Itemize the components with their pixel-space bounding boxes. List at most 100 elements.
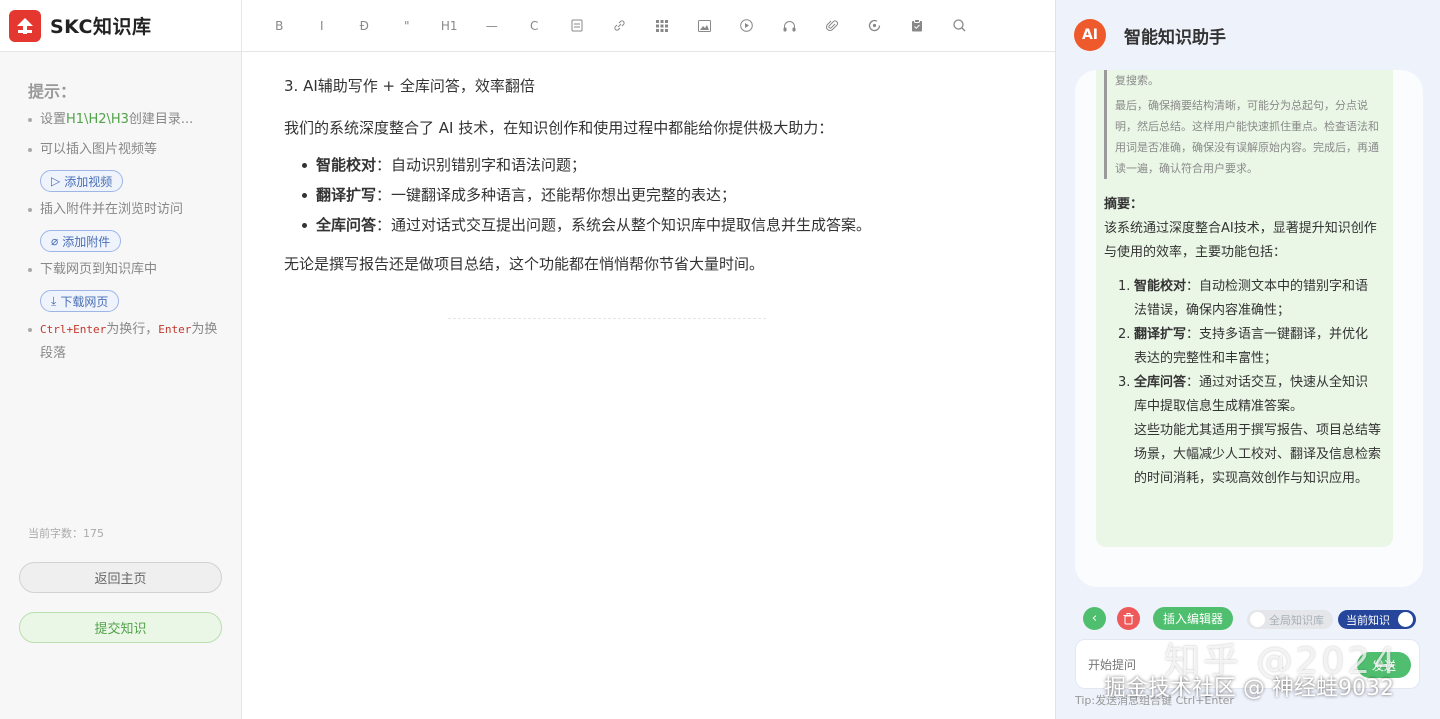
tip-media: 可以插入图片视频等 [28,138,228,162]
bold-button[interactable]: B [258,11,301,41]
tip-attachment: 插入附件并在浏览时访问 [28,198,228,222]
list-item-title: 全库问答 [316,216,377,234]
shortcut-tip: Tip:发送消息组合键 Ctrl+Enter [1075,694,1234,707]
toggle-knob [1398,612,1413,627]
list-item: 3. 全库问答：通过对话交互，快速从全知识库中提取信息生成精准答案。 [1118,371,1381,419]
trash-icon [1123,612,1134,624]
assistant-message: 复搜索。 最后，确保摘要结构清晰，可能分为总起句，分点说明，然后总结。这样用户能… [1096,70,1393,547]
play-icon: ▷ [51,174,61,188]
shortcut-code: Ctrl+Enter [40,323,107,336]
quote-text: 复搜索。 [1115,74,1159,87]
summary-label: 摘要： [1104,197,1144,212]
list-item: 2. 翻译扩写：支持多语言一键翻译，并优化表达的完整性和丰富性； [1118,323,1381,371]
toggle-label: 当前知识 [1346,613,1390,627]
add-video-label: 添加视频 [64,174,113,189]
tips-list: 设置H1\H2\H3创建目录... 可以插入图片视频等 ▷ 添加视频 插入附件并在… [28,108,228,372]
list-number: 1. [1118,279,1131,294]
home-button[interactable]: 返回主页 [19,562,222,593]
code-button[interactable]: C [513,11,556,41]
paperclip-icon: ⌀ [51,234,59,248]
clipboard-icon[interactable] [896,11,939,41]
image-icon[interactable] [683,11,726,41]
ai-polish-icon[interactable] [853,11,896,41]
chat-history[interactable]: 复搜索。 最后，确保摘要结构清晰，可能分为总起句，分点说明，然后总结。这样用户能… [1075,70,1423,587]
insert-to-editor-button[interactable]: 插入编辑器 [1153,607,1233,630]
strikethrough-button[interactable]: Đ [343,11,386,41]
video-icon[interactable] [726,11,769,41]
word-count: 当前字数：175 [28,527,104,540]
document-icon[interactable] [556,11,599,41]
back-button[interactable]: ‹ [1083,607,1106,630]
summary-points: 1. 智能校对：自动检测文本中的错别字和语法错误，确保内容准确性； 2. 翻译扩写：… [1104,275,1381,419]
submit-button[interactable]: 提交知识 [19,612,222,643]
tip-highlight: H1\H2\H3 [66,112,129,127]
toggle-label: 全局知识库 [1269,613,1324,627]
logo-text: SKC知识库 [50,16,152,38]
list-item: 翻译扩写：一键翻译成多种语言，还能帮你想出更完整的表达； [302,180,1024,210]
current-knowledge-toggle[interactable]: 当前知识 [1338,610,1416,629]
app-root: SKC知识库 提示： 设置H1\H2\H3创建目录... 可以插入图片视频等 ▷… [0,0,1440,719]
add-attachment-label: 添加附件 [62,234,111,249]
quote-text: 最后，确保摘要结构清晰，可能分为总起句，分点说明，然后总结。这样用户能快速抓住重… [1115,99,1379,175]
tip-text: 设置 [40,112,67,127]
chat-input-box: 发送 [1075,639,1420,689]
editor-heading: 3. AI辅助写作 + 全库问答，效率翻倍 [284,77,535,95]
list-item: 智能校对：自动识别错别字和语法问题； [302,150,1024,180]
quote-button[interactable]: " [386,11,429,41]
divider-button[interactable]: — [471,11,514,41]
editor-paragraph: 我们的系统深度整合了 AI 技术，在知识创作和使用过程中都能给你提供极大助力： [284,119,834,137]
list-item-text: ：通过对话式交互提出问题，系统会从整个知识库中提取信息并生成答案。 [376,216,872,234]
delete-button[interactable] [1117,607,1140,630]
list-item-title: 智能校对 [316,156,377,174]
list-item: 1. 智能校对：自动检测文本中的错别字和语法错误，确保内容准确性； [1118,275,1381,323]
tips-title: 提示： [28,82,77,101]
list-item-title: 翻译扩写 [1134,327,1187,342]
logo-icon [9,9,41,42]
ai-assistant-panel: AI 智能知识助手 复搜索。 最后，确保摘要结构清晰，可能分为总起句，分点说明，… [1055,0,1440,719]
chat-input[interactable] [1088,654,1318,676]
summary-block: 摘要： 该系统通过深度整合AI技术，显著提升知识创作与使用的效率，主要功能包括： [1104,193,1381,265]
tip-text: 创建目录... [128,112,194,127]
tip-shortcuts: Ctrl+Enter为换行，Enter为换段落 [28,318,228,366]
italic-button[interactable]: I [301,11,344,41]
ai-avatar-icon: AI [1074,19,1106,51]
list-item-title: 翻译扩写 [316,186,377,204]
download-page-label: 下载网页 [60,294,109,309]
tip-download: 下载网页到知识库中 [28,258,228,282]
tip-text: 为换行， [106,322,159,337]
list-number: 3. [1118,375,1131,390]
list-number: 2. [1118,327,1131,342]
summary-closing: 这些功能尤其适用于撰写报告、项目总结等场景，大幅减少人工校对、翻译及信息检索的时… [1134,423,1382,486]
chat-actions: ‹ 插入编辑器 全局知识库 当前知识 [1083,607,1423,631]
download-page-button[interactable]: ⤓ 下载网页 [40,290,120,312]
editor-content[interactable]: 3. AI辅助写作 + 全库问答，效率翻倍 我们的系统深度整合了 AI 技术，在… [284,68,1024,282]
table-icon[interactable] [641,11,684,41]
logo-bar: SKC知识库 [0,0,241,52]
global-knowledge-toggle[interactable]: 全局知识库 [1247,610,1333,629]
editor-bullet-list: 智能校对：自动识别错别字和语法问题； 翻译扩写：一键翻译成多种语言，还能帮你想出… [302,150,1024,240]
download-icon: ⤓ [51,293,57,308]
add-attachment-button[interactable]: ⌀ 添加附件 [40,230,122,252]
add-video-button[interactable]: ▷ 添加视频 [40,170,124,192]
list-item-text: ：自动识别错别字和语法问题； [376,156,587,174]
attachment-icon[interactable] [811,11,854,41]
editor-paragraph: 无论是撰写报告还是做项目总结，这个功能都在悄悄帮你节省大量时间。 [284,255,765,273]
left-sidebar: SKC知识库 提示： 设置H1\H2\H3创建目录... 可以插入图片视频等 ▷… [0,0,242,719]
chevron-left-icon: ‹ [1091,611,1098,626]
editor-toolbar: B I Đ " H1 — C [242,0,1055,52]
heading-button[interactable]: H1 [428,11,471,41]
search-icon[interactable] [938,11,981,41]
list-item-title: 全库问答 [1134,375,1187,390]
list-item-title: 智能校对 [1134,279,1187,294]
toggle-knob [1250,612,1265,627]
list-item: 全库问答：通过对话式交互提出问题，系统会从整个知识库中提取信息并生成答案。 [302,210,1024,240]
link-icon[interactable] [598,11,641,41]
panel-header: AI 智能知识助手 [1056,0,1440,70]
editor-divider [448,318,766,319]
panel-title: 智能知识助手 [1124,27,1226,48]
shortcut-code: Enter [158,323,192,336]
audio-icon[interactable] [768,11,811,41]
send-button[interactable]: 发送 [1357,652,1411,678]
list-item-text: ：一键翻译成多种语言，还能帮你想出更完整的表达； [376,186,737,204]
tip-toc: 设置H1\H2\H3创建目录... [28,108,228,132]
